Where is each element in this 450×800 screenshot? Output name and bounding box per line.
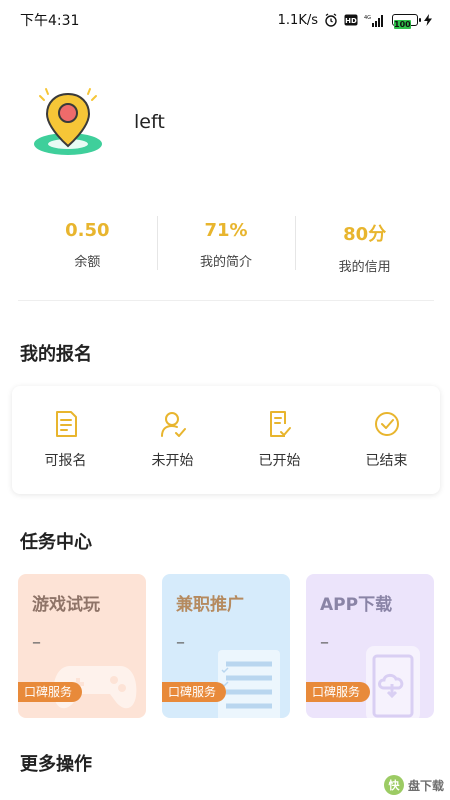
task-card-game-trial[interactable]: 游戏试玩 – 口碑服务 — [18, 574, 146, 718]
task-card-app-download[interactable]: APP下载 – 口碑服务 — [306, 574, 434, 718]
network-speed: 1.1K/s — [277, 12, 318, 28]
signup-label: 已开始 — [258, 453, 301, 469]
signup-card: 可报名 未开始 已开始 已结束 — [12, 386, 440, 494]
task-badge: 口碑服务 — [162, 682, 227, 702]
checklist-icon — [218, 650, 280, 718]
svg-text:HD: HD — [345, 17, 357, 25]
username: left — [134, 111, 165, 133]
section-title-more-actions: 更多操作 — [20, 754, 92, 775]
check-circle-icon — [374, 412, 399, 436]
task-dash: – — [32, 632, 41, 653]
task-row: 游戏试玩 – 口碑服务 兼职推广 – 口碑服务 APP下载 – 口碑服务 — [18, 574, 434, 718]
status-time: 下午4:31 — [20, 13, 80, 29]
alarm-icon — [324, 13, 338, 27]
signup-item-ended[interactable]: 已结束 — [333, 410, 440, 470]
task-card-part-time-promo[interactable]: 兼职推广 – 口碑服务 — [162, 574, 290, 718]
stat-label: 我的信用 — [338, 260, 391, 275]
stat-value: 0.50 — [65, 220, 110, 241]
stat-balance[interactable]: 0.50 余额 — [18, 216, 157, 272]
task-title: 游戏试玩 — [32, 595, 100, 615]
divider — [18, 300, 434, 301]
stat-profile[interactable]: 71% 我的简介 — [156, 216, 296, 272]
watermark-logo: 快 盘下载 — [383, 774, 444, 796]
svg-text:快: 快 — [387, 778, 400, 792]
charging-icon — [424, 14, 432, 26]
signup-label: 可报名 — [44, 453, 87, 469]
task-badge: 口碑服务 — [18, 682, 83, 702]
task-title: 兼职推广 — [176, 595, 244, 615]
signup-item-available[interactable]: 可报名 — [12, 410, 119, 470]
svg-text:4G: 4G — [364, 15, 371, 21]
stat-label: 余额 — [74, 255, 101, 270]
location-pin-icon — [34, 88, 102, 155]
user-check-icon — [160, 412, 186, 437]
signup-label: 已结束 — [365, 453, 408, 469]
stats-row: 0.50 余额 71% 我的简介 80分 我的信用 — [18, 216, 434, 275]
battery-icon: 100 — [392, 14, 421, 29]
document-icon — [55, 411, 77, 437]
section-title-task-center: 任务中心 — [20, 532, 92, 553]
signup-item-started[interactable]: 已开始 — [226, 410, 333, 470]
watermark-icon: 快 — [383, 774, 405, 796]
status-icons: 1.1K/s HD 4G 100 — [277, 12, 432, 29]
task-title: APP下载 — [320, 595, 393, 615]
document-check-icon — [269, 411, 291, 437]
status-bar: 下午4:31 1.1K/s HD 4G 100 — [0, 0, 450, 40]
signup-label: 未开始 — [151, 453, 194, 469]
avatar[interactable] — [28, 86, 106, 158]
signup-item-not-started[interactable]: 未开始 — [119, 410, 226, 470]
stat-value: 71% — [204, 220, 248, 241]
hd-icon: HD — [344, 14, 358, 26]
section-title-my-signup: 我的报名 — [20, 344, 92, 365]
watermark-text: 盘下载 — [407, 778, 444, 793]
stat-value: 80分 — [343, 224, 387, 245]
task-badge: 口碑服务 — [306, 682, 371, 702]
profile-header[interactable]: left — [28, 86, 165, 158]
task-dash: – — [320, 632, 329, 653]
stat-label: 我的简介 — [200, 255, 253, 270]
stat-credit[interactable]: 80分 我的信用 — [295, 216, 434, 275]
signal-4g-icon: 4G — [364, 14, 386, 27]
phone-download-icon — [366, 646, 420, 718]
task-dash: – — [176, 632, 185, 653]
